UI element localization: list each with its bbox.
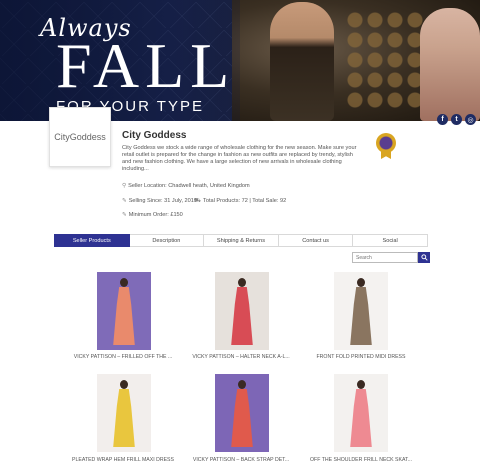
total-products: ⛟ Total Products: 72 | Total Sale: 92	[194, 198, 287, 204]
tag-icon: ✎	[122, 212, 127, 218]
social-links: f t ◎	[437, 114, 476, 125]
banner-model-image	[270, 2, 334, 121]
twitter-icon[interactable]: t	[451, 114, 462, 125]
minimum-order: ✎ Minimum Order: £150	[122, 212, 183, 218]
tab-contact-us[interactable]: Contact us	[278, 234, 354, 247]
product-image[interactable]	[334, 272, 388, 350]
product-image[interactable]	[334, 374, 388, 452]
search-icon	[420, 254, 428, 261]
banner-headline: FALL	[56, 30, 236, 101]
selling-since: ✎ Selling Since: 31 July, 2019	[122, 198, 197, 204]
location-pin-icon: ⚲	[122, 183, 127, 189]
product-search-input[interactable]	[352, 252, 418, 263]
product-title[interactable]: VICKY PATTISON – BACK STRAP DET...	[181, 457, 301, 463]
facebook-icon[interactable]: f	[437, 114, 448, 125]
store-banner: Always FALL FOR YOUR TYPE	[0, 0, 480, 121]
seller-badge-icon	[376, 133, 396, 159]
instagram-icon[interactable]: ◎	[465, 114, 476, 125]
product-image[interactable]	[215, 374, 269, 452]
store-tabs: Seller Products Description Shipping & R…	[54, 234, 428, 247]
calendar-icon: ✎	[122, 198, 127, 204]
tab-description[interactable]: Description	[129, 234, 205, 247]
search-button[interactable]	[418, 252, 430, 263]
tab-seller-products[interactable]: Seller Products	[54, 234, 130, 247]
store-name: City Goddess	[122, 130, 187, 141]
seller-location: ⚲ Seller Location: Chadwell heath, United…	[122, 183, 250, 189]
product-title[interactable]: FRONT FOLD PRINTED MIDI DRESS	[301, 354, 421, 360]
store-logo: CityGoddess	[49, 107, 111, 167]
store-description: City Goddess we stock a wide range of wh…	[122, 145, 357, 172]
tab-shipping-returns[interactable]: Shipping & Returns	[204, 234, 279, 247]
product-image[interactable]	[215, 272, 269, 350]
cart-icon: ⛟	[194, 198, 202, 204]
banner-mirror-decor	[345, 10, 425, 110]
product-title[interactable]: VICKY PATTISON – HALTER NECK A-L...	[181, 354, 301, 360]
product-image[interactable]	[97, 272, 151, 350]
banner-model-image-2	[420, 8, 480, 121]
tab-social[interactable]: Social	[353, 234, 428, 247]
product-title[interactable]: PLEATED WRAP HEM FRILL MAXI DRESS	[63, 457, 183, 463]
product-title[interactable]: OFF THE SHOULDER FRILL NECK SKAT...	[301, 457, 421, 463]
product-title[interactable]: VICKY PATTISON – FRILLED OFF THE ...	[63, 354, 183, 360]
product-image[interactable]	[97, 374, 151, 452]
store-logo-text: CityGoddess	[54, 132, 106, 142]
